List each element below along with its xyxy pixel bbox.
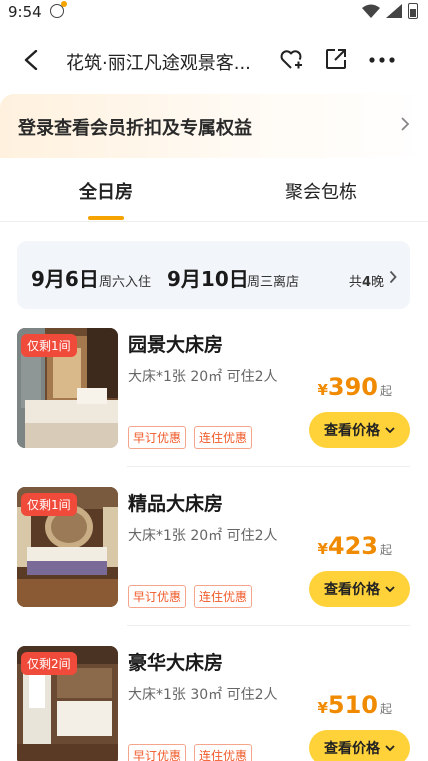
check-price-button[interactable]: 查看价格 bbox=[309, 730, 410, 761]
notification-icon bbox=[50, 1, 67, 18]
currency-symbol: ¥ bbox=[317, 699, 328, 717]
favorite-heart-plus-icon[interactable] bbox=[279, 48, 303, 72]
promo-tag-stay: 连住优惠 bbox=[194, 426, 253, 449]
tab-all-day-room[interactable]: 全日房 bbox=[36, 178, 176, 204]
nights-number: 4 bbox=[361, 275, 371, 290]
room-card[interactable]: 仅剩2间 豪华大床房 大床*1张 30㎡ 可住2人 早订优惠 连住优惠 ¥510… bbox=[17, 646, 410, 761]
room-price: ¥423 起 bbox=[317, 532, 392, 560]
checkin-date: 9月6日 bbox=[31, 267, 99, 291]
promo-tag-early: 早订优惠 bbox=[128, 744, 187, 761]
status-time: 9:54 bbox=[8, 3, 42, 21]
currency-symbol: ¥ bbox=[317, 540, 328, 558]
status-icons bbox=[362, 3, 418, 19]
share-icon[interactable] bbox=[325, 48, 347, 70]
currency-symbol: ¥ bbox=[317, 381, 328, 399]
date-selector[interactable]: 9月6日 周六入住 9月10日 周三离店 共4晚 bbox=[17, 241, 410, 309]
scarcity-badge: 仅剩2间 bbox=[21, 652, 77, 675]
promo-tags: 早订优惠 连住优惠 bbox=[128, 744, 253, 761]
tab-party-package[interactable]: 聚会包栋 bbox=[251, 178, 391, 204]
room-type-tabs: 全日房 聚会包栋 bbox=[0, 158, 428, 222]
chevron-right-icon bbox=[389, 270, 397, 284]
room-spec: 大床*1张 20㎡ 可住2人 bbox=[128, 528, 278, 544]
back-icon[interactable] bbox=[22, 50, 40, 70]
chevron-right-icon bbox=[401, 117, 410, 131]
room-photo[interactable]: 仅剩1间 bbox=[17, 328, 118, 448]
checkout-note: 周三离店 bbox=[247, 275, 300, 290]
more-icon[interactable] bbox=[368, 56, 396, 64]
divider bbox=[127, 466, 410, 467]
checkout-date: 9月10日 bbox=[167, 267, 249, 291]
room-card[interactable]: 仅剩1间 园景大床房 大床*1张 20㎡ 可住2人 早订优惠 连住优惠 ¥390… bbox=[17, 328, 410, 470]
price-amount: 390 bbox=[327, 373, 378, 401]
member-banner-text: 登录查看会员折扣及专属权益 bbox=[18, 118, 252, 139]
room-card[interactable]: 仅剩1间 精品大床房 大床*1张 20㎡ 可住2人 早订优惠 连住优惠 ¥423… bbox=[17, 487, 410, 629]
nights-count: 共4晚 bbox=[349, 271, 384, 290]
checkin-note: 周六入住 bbox=[99, 275, 152, 290]
room-price: ¥390 起 bbox=[317, 373, 392, 401]
active-tab-indicator bbox=[88, 216, 124, 220]
promo-tags: 早订优惠 连住优惠 bbox=[128, 585, 253, 608]
promo-tag-early: 早订优惠 bbox=[128, 426, 187, 449]
header: 花筑·丽江凡途观景客... bbox=[0, 26, 428, 94]
room-name: 豪华大床房 bbox=[128, 652, 224, 674]
divider bbox=[127, 625, 410, 626]
room-name: 园景大床房 bbox=[128, 334, 224, 356]
room-spec: 大床*1张 30㎡ 可住2人 bbox=[128, 687, 278, 703]
room-photo[interactable]: 仅剩1间 bbox=[17, 487, 118, 607]
promo-tag-stay: 连住优惠 bbox=[194, 744, 253, 761]
scarcity-badge: 仅剩1间 bbox=[21, 493, 77, 516]
room-spec: 大床*1张 20㎡ 可住2人 bbox=[128, 369, 278, 385]
promo-tag-early: 早订优惠 bbox=[128, 585, 187, 608]
price-amount: 510 bbox=[327, 691, 378, 719]
page-title: 花筑·丽江凡途观景客... bbox=[66, 53, 251, 74]
promo-tag-stay: 连住优惠 bbox=[194, 585, 253, 608]
check-price-label: 查看价格 bbox=[324, 423, 380, 439]
room-name: 精品大床房 bbox=[128, 493, 224, 515]
price-amount: 423 bbox=[327, 532, 378, 560]
price-suffix: 起 bbox=[379, 702, 392, 716]
room-photo[interactable]: 仅剩2间 bbox=[17, 646, 118, 761]
check-price-button[interactable]: 查看价格 bbox=[309, 412, 410, 448]
price-suffix: 起 bbox=[379, 384, 392, 398]
battery-icon bbox=[408, 3, 418, 19]
check-price-label: 查看价格 bbox=[324, 582, 380, 598]
wifi-icon bbox=[362, 4, 380, 18]
nights-suffix: 晚 bbox=[370, 275, 384, 290]
signal-icon bbox=[386, 4, 402, 18]
room-price: ¥510 起 bbox=[317, 691, 392, 719]
price-suffix: 起 bbox=[379, 543, 392, 557]
chevron-down-icon bbox=[385, 745, 395, 752]
status-bar: 9:54 bbox=[0, 0, 428, 26]
promo-tags: 早订优惠 连住优惠 bbox=[128, 426, 253, 449]
scarcity-badge: 仅剩1间 bbox=[21, 334, 77, 357]
member-banner[interactable]: 登录查看会员折扣及专属权益 bbox=[0, 94, 428, 158]
check-price-button[interactable]: 查看价格 bbox=[309, 571, 410, 607]
chevron-down-icon bbox=[385, 427, 395, 434]
check-price-label: 查看价格 bbox=[324, 741, 380, 757]
chevron-down-icon bbox=[385, 586, 395, 593]
nights-prefix: 共 bbox=[348, 275, 362, 290]
